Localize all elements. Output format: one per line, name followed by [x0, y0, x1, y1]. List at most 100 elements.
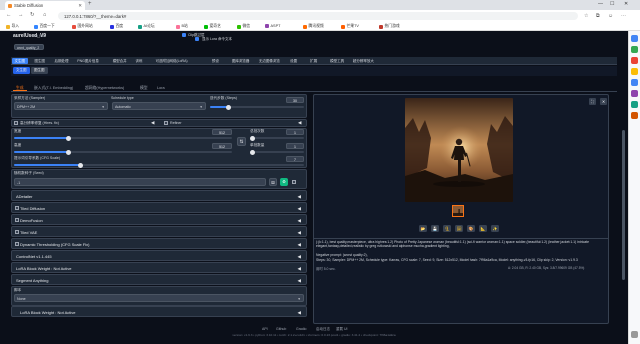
bookmark-item[interactable]: ASPT: [265, 24, 280, 28]
schedule-select[interactable]: Automatic ▾: [112, 102, 206, 110]
refiner-checkbox[interactable]: [164, 121, 168, 125]
forward-icon[interactable]: →: [18, 12, 24, 18]
nav-tab[interactable]: 扩展: [308, 58, 320, 64]
steps-input[interactable]: 30: [286, 97, 304, 103]
nav-tab[interactable]: 可选附加网络(LoRA): [153, 58, 190, 64]
cfg-slider[interactable]: [14, 162, 304, 168]
footer-link[interactable]: 启动日志: [316, 327, 330, 332]
bookmark-item[interactable]: AI论坛: [138, 24, 155, 29]
clip-checkbox[interactable]: [182, 33, 186, 37]
bookmark-item[interactable]: 微信: [237, 24, 250, 29]
nav-tab[interactable]: 训练: [133, 58, 145, 64]
extensions-icon[interactable]: ⧉: [596, 13, 600, 19]
bookmark-item[interactable]: 国外网站: [72, 24, 93, 29]
height-input[interactable]: 512: [212, 143, 232, 149]
nav-tab[interactable]: 模型工具: [328, 58, 347, 64]
nav-tab[interactable]: 预设: [209, 58, 221, 64]
sidebar-search-icon[interactable]: [631, 35, 638, 42]
nav-tab[interactable]: 模型合并: [110, 58, 129, 64]
batch-size-knob[interactable]: [250, 149, 255, 155]
nav-tab[interactable]: 设置: [288, 58, 300, 64]
bookmark-item[interactable]: 热门游戏: [379, 24, 400, 29]
quality-tag[interactable]: word_quality_2: [14, 44, 44, 50]
main-tab[interactable]: Lora: [154, 85, 168, 91]
bookmark-item[interactable]: 腾讯视频: [303, 24, 324, 29]
bookmark-item[interactable]: 芒果TV: [341, 24, 359, 29]
maximize-icon[interactable]: ☐: [610, 1, 614, 7]
close-tab-icon[interactable]: ✕: [78, 3, 82, 9]
batch-size-input[interactable]: 1: [286, 143, 304, 149]
star-icon[interactable]: ☆: [584, 13, 588, 19]
width-slider[interactable]: [14, 135, 232, 141]
accordion[interactable]: LoRA Block Weight : Not Active ◀: [11, 262, 307, 273]
hires-arrow-icon[interactable]: ◀: [151, 120, 154, 126]
main-tab[interactable]: 模型: [137, 85, 151, 91]
batch-count-slider[interactable]: [250, 135, 304, 141]
accordion[interactable]: Tiled VAE ◀: [11, 226, 307, 237]
back-icon[interactable]: ←: [6, 12, 12, 18]
hires-checkbox[interactable]: [14, 121, 18, 125]
refiner-arrow-icon[interactable]: ◀: [298, 120, 301, 126]
accordion[interactable]: ControlNet v1.1.445 ◀: [11, 250, 307, 261]
main-tab[interactable]: 嵌入式(T.I. Embedding): [31, 85, 76, 91]
url-field[interactable]: 127.0.0.1:7860/?__theme=dark#: [58, 12, 578, 20]
sidebar-settings-icon[interactable]: [631, 331, 638, 338]
send-to-extras-icon[interactable]: 📐: [479, 225, 487, 232]
new-tab-icon[interactable]: +: [88, 1, 92, 7]
menu-icon[interactable]: ⋯: [621, 13, 626, 19]
home-icon[interactable]: ⌂: [43, 12, 46, 18]
sidebar-app-icon[interactable]: [631, 57, 638, 64]
minimize-icon[interactable]: —: [598, 1, 603, 7]
generated-image[interactable]: [405, 98, 513, 202]
nav-tab[interactable]: 文生图: [12, 58, 28, 64]
accordion[interactable]: Tiled Diffusion ◀: [11, 202, 307, 213]
width-knob[interactable]: [66, 135, 71, 141]
browser-tab[interactable]: Stable Diffusion ✕: [5, 1, 85, 10]
swap-dimensions-icon[interactable]: ⇅: [237, 137, 246, 146]
cfg-input[interactable]: 7: [286, 156, 304, 162]
reuse-seed-icon[interactable]: ♻: [280, 178, 288, 186]
bookmark-item[interactable]: B站: [176, 24, 188, 29]
sidebar-app-icon[interactable]: [631, 90, 638, 97]
reload-icon[interactable]: ↻: [30, 12, 35, 18]
zip-icon[interactable]: 🗜: [443, 225, 451, 232]
width-input[interactable]: 512: [212, 129, 232, 135]
profile-icon[interactable]: ☺: [608, 13, 613, 19]
cfg-knob[interactable]: [78, 162, 84, 168]
seed-input[interactable]: -1: [14, 178, 266, 186]
folder-icon[interactable]: 📂: [419, 225, 427, 232]
nav-tab[interactable]: 超分辨率放大: [350, 58, 376, 64]
sidebar-app-icon[interactable]: [631, 112, 638, 119]
image-thumbnail[interactable]: [452, 205, 464, 217]
lora-block-weight-accordion-2[interactable]: LoRA Block Weight : Not Active ◀: [11, 306, 307, 317]
save-icon[interactable]: 💾: [431, 225, 439, 232]
footer-link[interactable]: 重载 UI: [336, 327, 347, 332]
fullscreen-icon[interactable]: ⛶: [589, 98, 596, 105]
random-seed-icon[interactable]: ⚄: [269, 178, 277, 186]
sampler-select[interactable]: DPM++ 2M ▾: [14, 102, 108, 110]
extra-seed-checkbox[interactable]: [292, 180, 296, 184]
footer-link[interactable]: Gradio: [296, 327, 307, 331]
close-preview-icon[interactable]: ✕: [600, 98, 607, 105]
bookmark-item[interactable]: 百度一下: [34, 24, 55, 29]
accordion-checkbox[interactable]: [15, 206, 19, 210]
nav-tab[interactable]: 图生图: [32, 58, 48, 64]
lora-toggle-checkbox[interactable]: [195, 37, 199, 41]
sparkle-icon[interactable]: ✨: [491, 225, 499, 232]
sidebar-app-icon[interactable]: [631, 79, 638, 86]
nav-tab[interactable]: PNG图片信息: [75, 58, 102, 64]
footer-link[interactable]: Github: [276, 327, 286, 331]
batch-count-input[interactable]: 1: [286, 129, 304, 135]
sub-tab[interactable]: 文生图: [13, 67, 30, 74]
batch-size-slider[interactable]: [250, 149, 304, 155]
main-tab[interactable]: 超网络(Hypernetworks): [82, 85, 127, 91]
accordion[interactable]: DemoFusion ◀: [11, 214, 307, 225]
bookmark-item[interactable]: 导入: [6, 24, 19, 29]
send-to-inpaint-icon[interactable]: 🎨: [467, 225, 475, 232]
accordion[interactable]: Dynamic Thresholding (CFG Scale Fix) ◀: [11, 238, 307, 249]
height-slider[interactable]: [14, 149, 232, 155]
sidebar-app-icon[interactable]: [631, 68, 638, 75]
height-knob[interactable]: [66, 149, 71, 155]
accordion[interactable]: Segment Anything ◀: [11, 274, 307, 285]
bookmark-item[interactable]: 爱奇艺: [204, 24, 221, 29]
